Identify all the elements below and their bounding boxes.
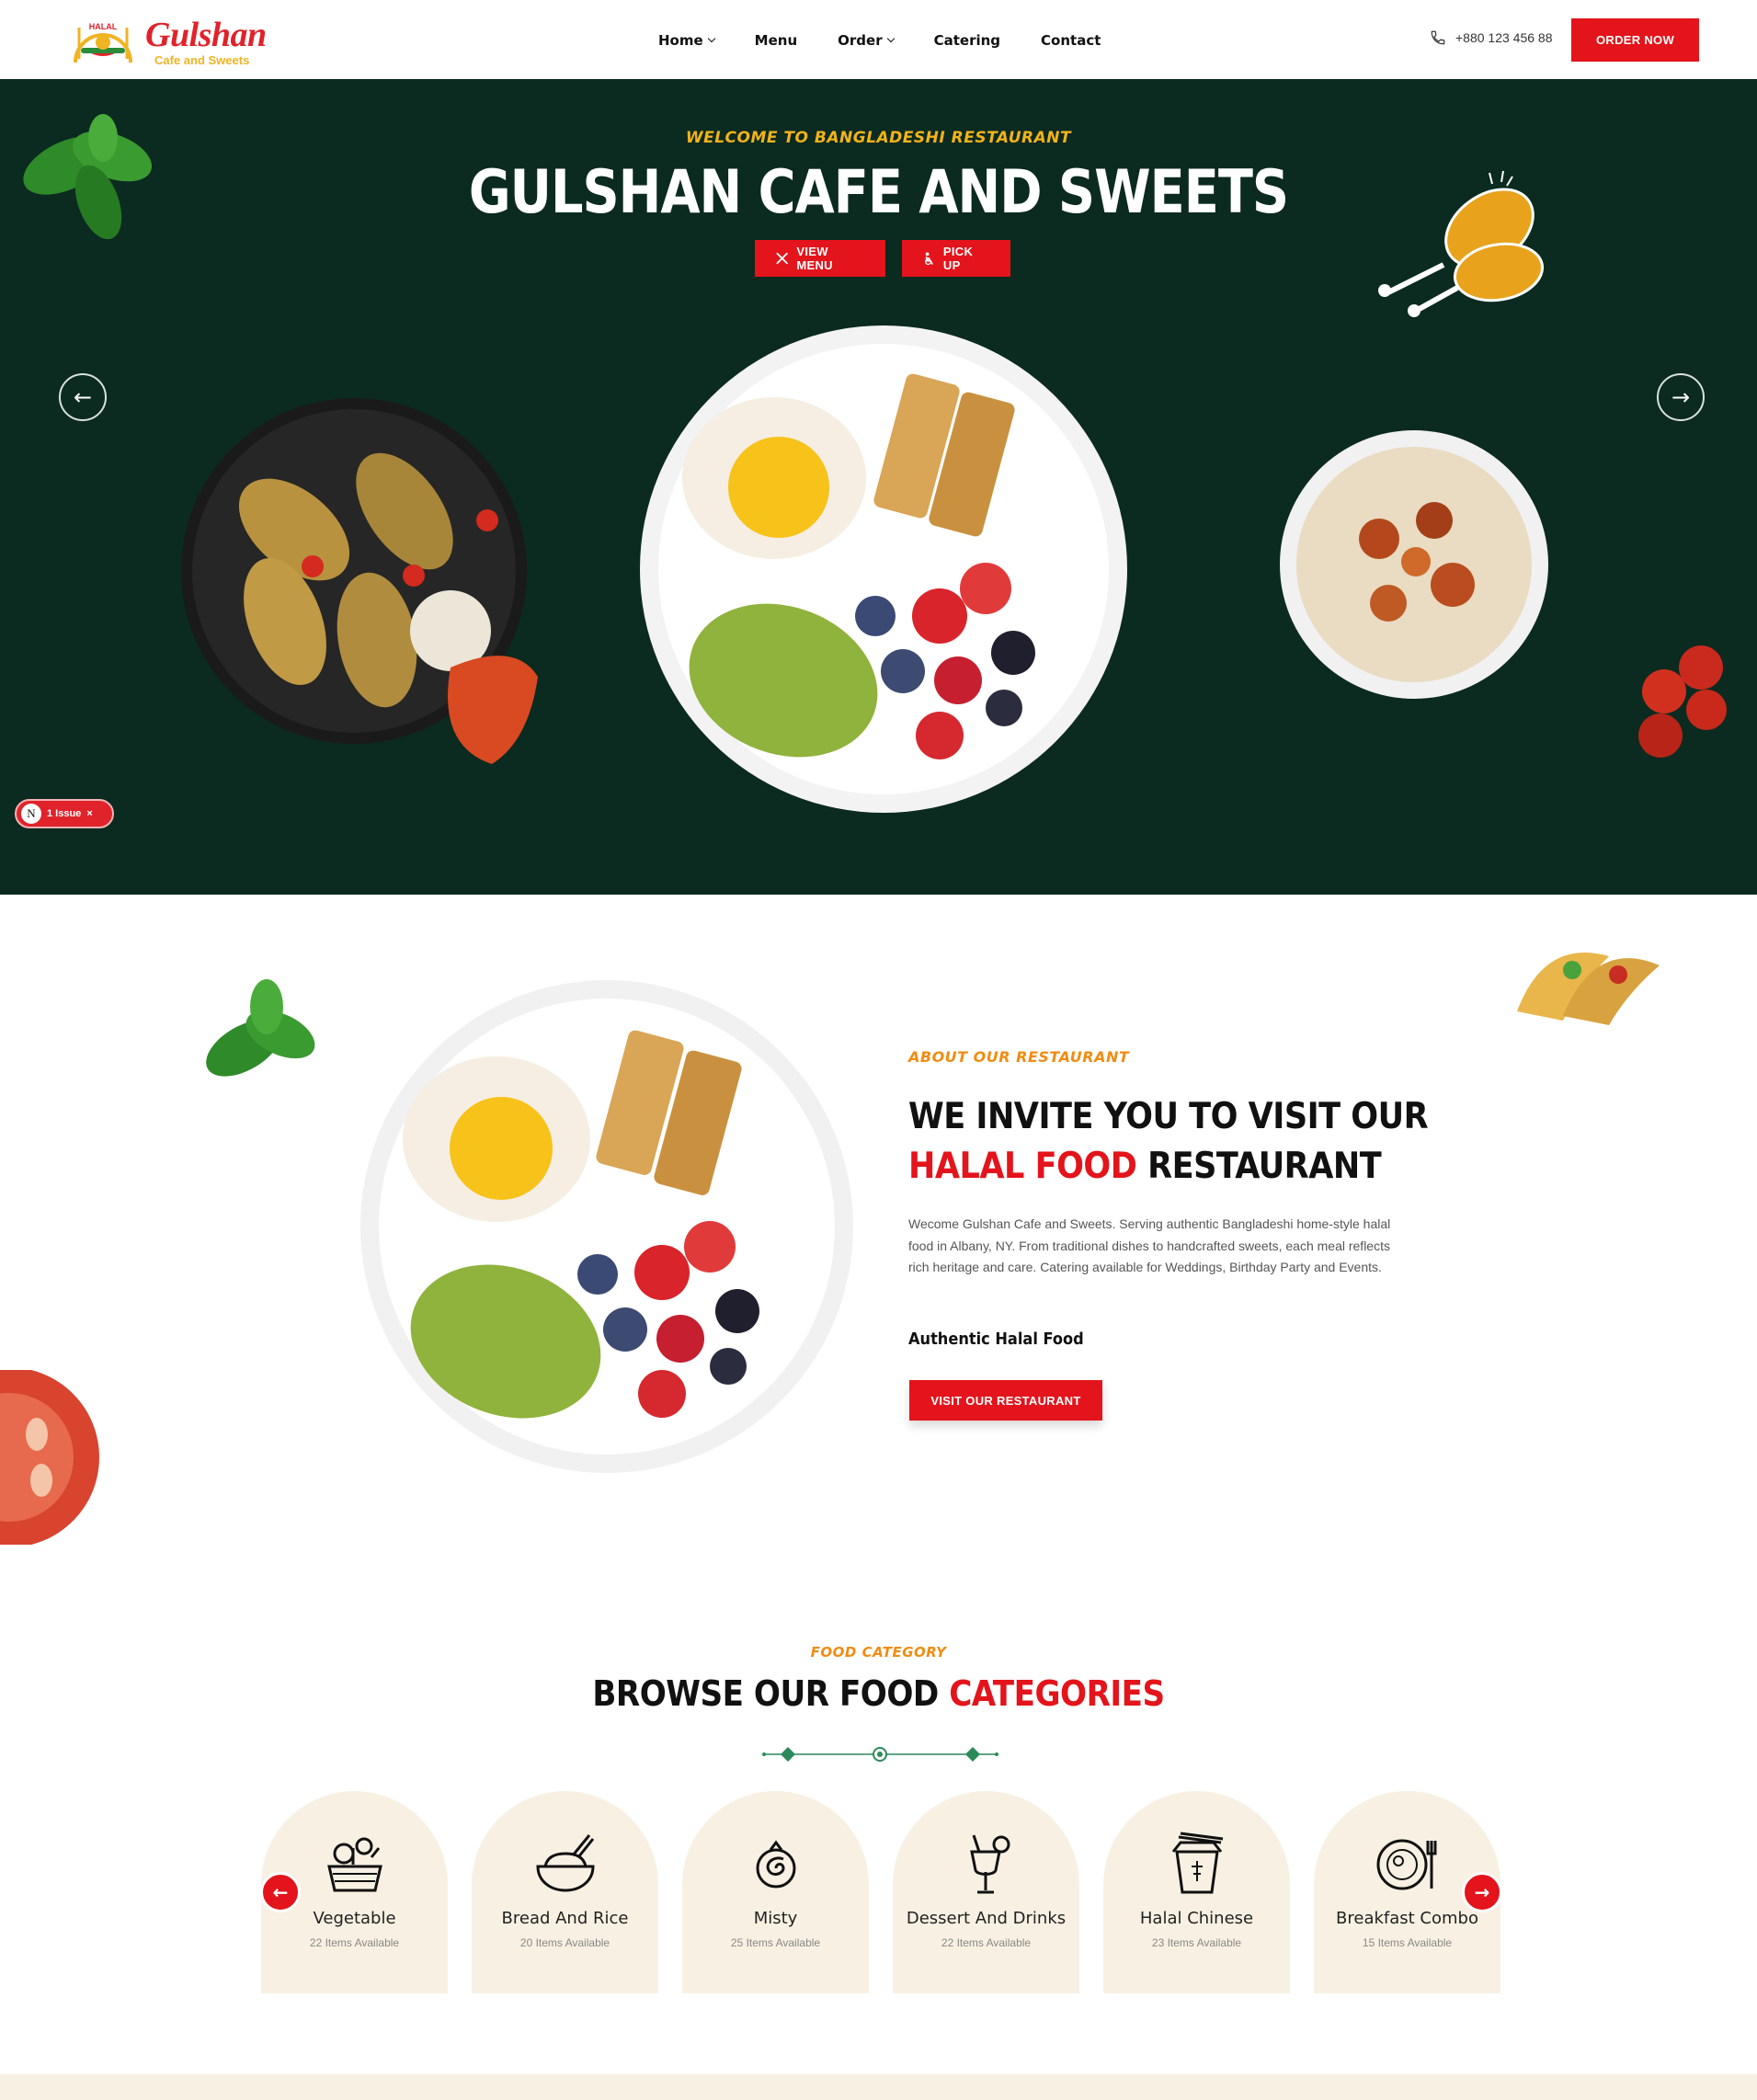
chevron-down-icon [707,34,715,43]
categories-title-highlight: CATEGORIES [949,1673,1165,1714]
sweet-icon [756,1840,796,1889]
view-menu-button[interactable]: VIEW MENU [755,240,885,277]
section-divider-icon [762,1747,998,1762]
cocktail-icon [970,1834,1010,1894]
about-title-highlight: HALAL FOOD [908,1146,1137,1187]
cherry-tomatoes-image [1638,645,1727,758]
close-icon[interactable]: × [86,808,92,819]
phone-number: +880 123 456 88 [1455,30,1553,45]
category-count: 22 Items Available [941,1936,1032,1949]
categories-prev-arrow[interactable]: ← [260,1872,301,1912]
main-nav: Home Menu Order Catering Contact [658,31,1101,50]
hero-buttons: VIEW MENU PICK UP [755,240,1010,277]
category-count: 23 Items Available [1151,1936,1242,1949]
hero-slider: WELCOME TO BANGLADESHI RESTAURANT GULSHA… [0,79,1757,895]
nav-home[interactable]: Home [658,31,715,50]
category-name: Bread And Rice [501,1909,629,1928]
category-cards: Vegetable 22 Items Available Bread And R… [261,1791,1500,1993]
phone-icon [1431,30,1445,45]
biryani-plate-image [1280,430,1548,699]
nav-home-label: Home [658,32,703,49]
logo-badge-icon: HALAL [74,22,132,63]
category-card-misty[interactable]: Misty 25 Items Available [682,1791,869,1993]
categories-kicker: FOOD CATEGORY [810,1644,947,1661]
nextjs-icon: N [21,804,41,824]
about-title: WE INVITE YOU TO VISIT OUR HALAL FOOD RE… [908,1092,1429,1192]
about-feature: Authentic Halal Food [908,1330,1084,1349]
chevron-down-icon [886,34,895,43]
view-menu-label: VIEW MENU [796,245,833,272]
nav-menu[interactable]: Menu [755,31,797,50]
pickup-icon [925,252,933,266]
category-name: Breakfast Combo [1336,1909,1478,1928]
hero-kicker: WELCOME TO BANGLADESHI RESTAURANT [685,129,1072,147]
hero-prev-arrow[interactable]: ← [59,373,107,421]
categories-next-arrow[interactable]: → [1462,1872,1502,1912]
about-title-rest: RESTAURANT [1136,1146,1382,1187]
category-name: Misty [753,1909,798,1928]
issue-badge[interactable]: N 1 Issue × [15,799,114,828]
breakfast-plate-image [640,325,1127,813]
logo[interactable]: HALAL Gulshan Cafe and Sweets [66,11,267,68]
about-breakfast-image [360,980,853,1473]
next-section-band [0,2074,1757,2100]
about-title-line2: HALAL FOOD RESTAURANT [908,1142,1428,1192]
category-card-bread-and-rice[interactable]: Bread And Rice 20 Items Available [472,1791,658,1993]
pick-up-label: PICK UP [942,245,974,272]
tacos-image [1517,953,1660,1025]
drumstick-illustration [1378,170,1545,317]
order-now-button[interactable]: ORDER NOW [1571,18,1699,62]
vegetable-basket-icon [327,1837,382,1892]
breakfast-plate-icon [1376,1839,1437,1890]
chicken-plate-image [181,398,538,764]
about-kicker: ABOUT OUR RESTAURANT [908,1048,1130,1066]
categories-title: BROWSE OUR FOOD CATEGORIES [0,1673,1757,1714]
issue-label: 1 Issue [47,808,82,819]
nav-catering-label: Catering [933,32,1001,49]
category-count: 20 Items Available [519,1936,610,1949]
cutlery-icon [776,252,789,265]
rice-bowl-icon [536,1834,595,1892]
nav-menu-label: Menu [754,32,798,49]
nav-catering[interactable]: Catering [934,31,1000,50]
tomato-slice-image [0,1370,99,1545]
pick-up-button[interactable]: PICK UP [902,240,1010,277]
category-count: 15 Items Available [1362,1936,1453,1949]
hero-next-arrow[interactable]: → [1657,373,1705,421]
category-name: Dessert And Drinks [906,1909,1067,1928]
site-header: HALAL Gulshan Cafe and Sweets Home Menu … [0,0,1757,79]
nav-order-label: Order [838,32,883,49]
category-count: 22 Items Available [309,1936,400,1949]
about-description: Wecome Gulshan Cafe and Sweets. Serving … [908,1216,1391,1274]
nav-contact-label: Contact [1041,32,1101,49]
nav-contact[interactable]: Contact [1041,31,1101,50]
nav-order[interactable]: Order [838,31,895,50]
logo-name: Gulshan [145,16,267,54]
visit-restaurant-button[interactable]: VISIT OUR RESTAURANT [909,1380,1102,1421]
logo-tagline: Cafe and Sweets [154,53,250,67]
category-count: 25 Items Available [730,1936,821,1949]
about-title-line1: WE INVITE YOU TO VISIT OUR [908,1096,1429,1137]
category-name: Halal Chinese [1139,1909,1254,1928]
noodle-box-icon [1171,1832,1224,1894]
category-name: Vegetable [313,1909,396,1928]
svg-text:HALAL: HALAL [89,22,118,31]
category-card-dessert-and-drinks[interactable]: Dessert And Drinks 22 Items Available [893,1791,1079,1993]
basil-leaf-image [206,979,315,1077]
category-card-halal-chinese[interactable]: Halal Chinese 23 Items Available [1103,1791,1290,1993]
categories-title-dark: BROWSE OUR FOOD [592,1673,950,1714]
phone-contact[interactable]: +880 123 456 88 [1430,29,1553,46]
